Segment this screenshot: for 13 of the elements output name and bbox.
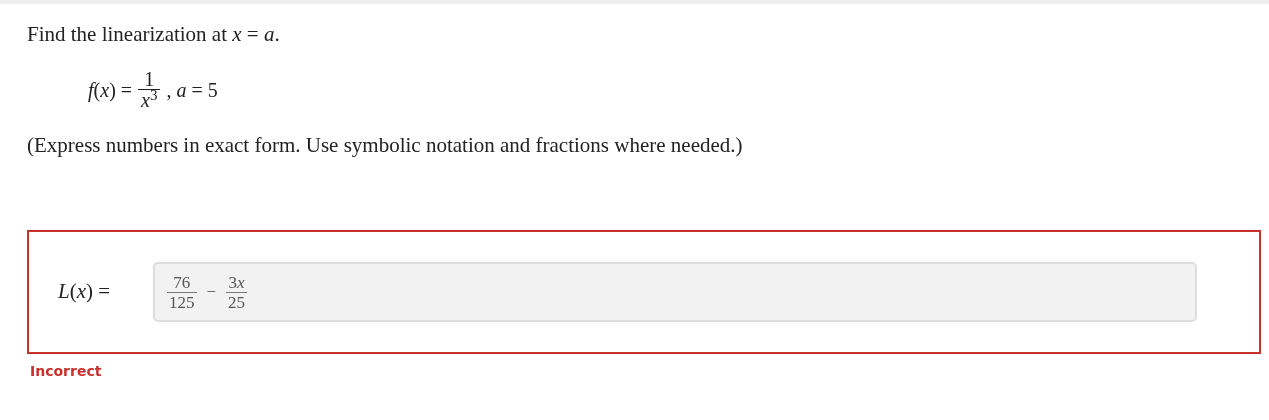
- minus-sign: −: [206, 281, 217, 304]
- parameter-text: , a = 5: [166, 77, 218, 103]
- instructions-text: (Express numbers in exact form. Use symbolic notation and fractions where needed.): [27, 132, 743, 158]
- feedback-text: Incorrect: [30, 362, 102, 381]
- fraction-numerator: 1: [143, 69, 156, 89]
- fraction-numerator: 3x: [227, 272, 246, 292]
- fraction-denominator: 125: [168, 292, 196, 312]
- function-label: f(x) =: [88, 77, 133, 104]
- answer-label: L(x) =: [58, 278, 112, 306]
- fraction-numerator: 76: [172, 272, 192, 292]
- question-text: Find the linearization at x = a.: [27, 21, 280, 47]
- fraction-denominator: 25: [227, 292, 247, 312]
- fraction-denominator: x$^{3}$: [139, 90, 159, 110]
